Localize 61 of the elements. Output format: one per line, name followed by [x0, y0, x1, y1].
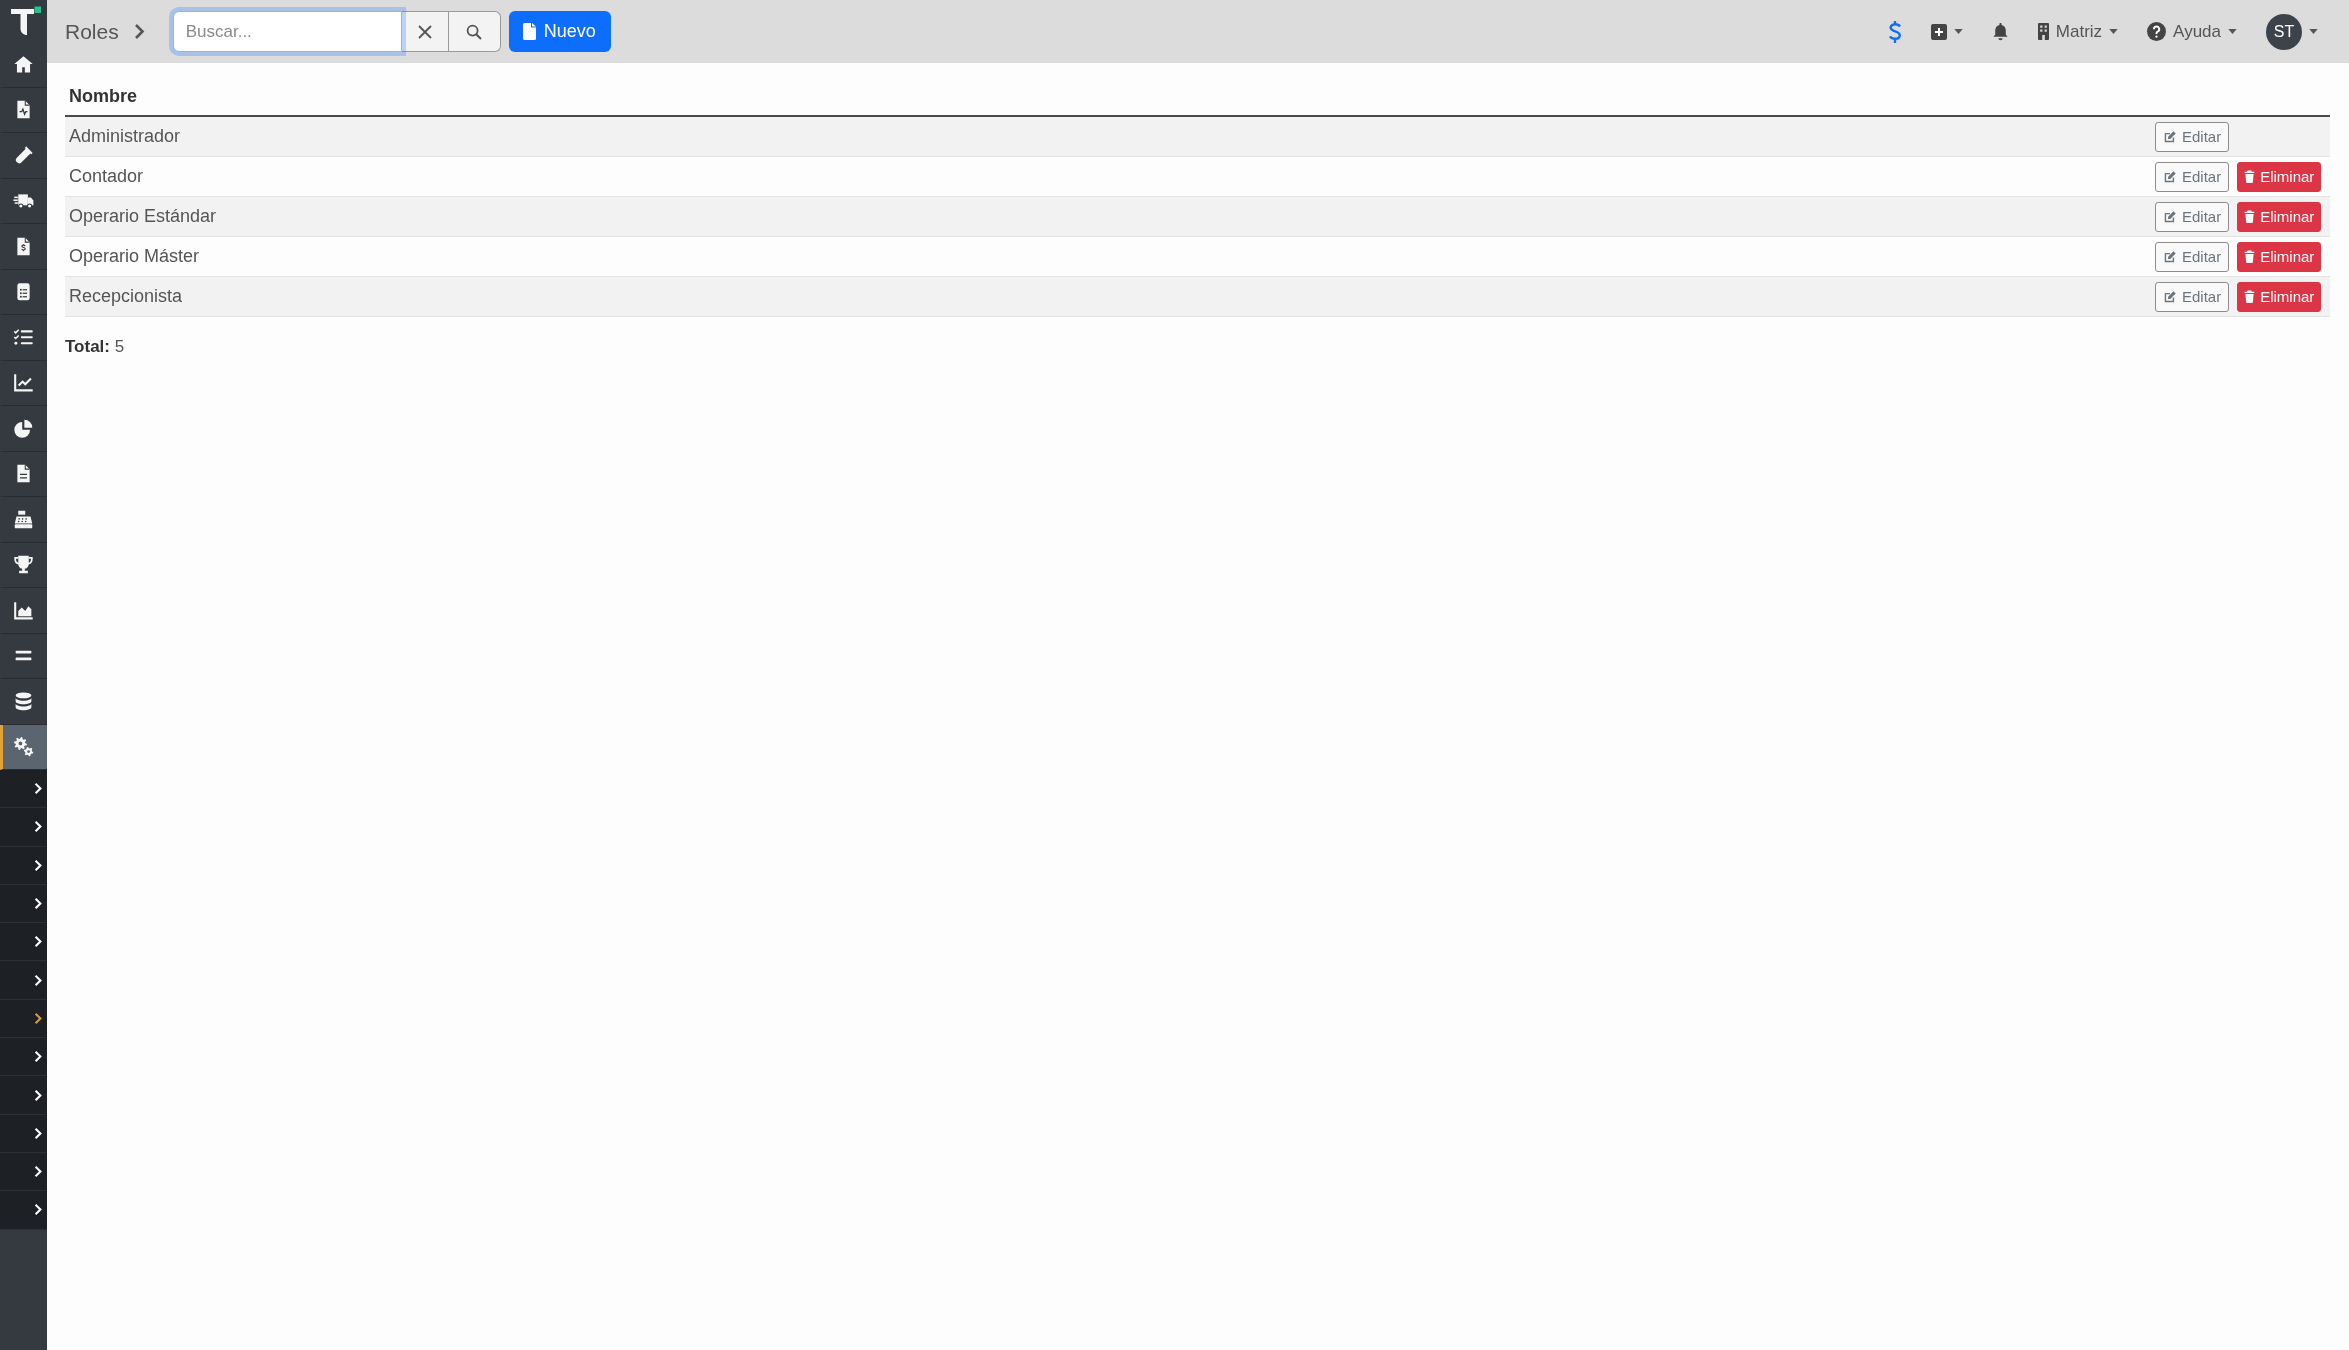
database-icon — [13, 690, 34, 712]
building-icon — [2037, 23, 2049, 40]
edit-icon — [2163, 129, 2177, 144]
edit-button[interactable]: Editar — [2155, 241, 2230, 272]
user-avatar: ST — [2266, 13, 2302, 50]
clear-button[interactable] — [401, 11, 449, 52]
dollar-icon — [1887, 19, 1902, 44]
delete-button[interactable]: Eliminar — [2237, 161, 2322, 192]
chevron-right-icon — [133, 23, 145, 40]
edit-icon — [2163, 169, 2177, 184]
bell-icon — [1991, 22, 2009, 41]
edit-button[interactable]: Editar — [2155, 281, 2230, 312]
help-icon — [2147, 22, 2167, 41]
billing-button[interactable] — [1887, 19, 1902, 44]
trash-icon — [2244, 210, 2256, 223]
search-button[interactable] — [448, 11, 501, 52]
new-button[interactable]: Nuevo — [508, 11, 611, 52]
notifications-button[interactable] — [1991, 22, 2009, 41]
edit-icon — [2163, 249, 2177, 264]
edit-button[interactable]: Editar — [2155, 161, 2230, 192]
area-chart-icon — [13, 599, 34, 621]
delete-button[interactable]: Eliminar — [2237, 201, 2322, 232]
trophy-icon — [13, 554, 34, 576]
home-icon — [13, 53, 34, 75]
search-icon — [466, 23, 483, 40]
cash-register-icon — [13, 508, 34, 530]
table-cell: Recepcionista — [69, 286, 183, 306]
search-field[interactable]: Buscar... — [172, 11, 402, 52]
gears-icon — [13, 736, 34, 758]
branch-menu[interactable]: Matriz — [2037, 21, 2119, 42]
caret-icon — [1953, 29, 1963, 34]
column-header: Nombre — [69, 85, 137, 107]
plus-square-icon — [1930, 23, 1947, 40]
file-icon — [522, 23, 536, 40]
caret-icon — [2309, 29, 2318, 34]
pie-chart-icon — [13, 417, 34, 439]
caret-icon — [2109, 29, 2119, 34]
table-cell: Contador — [69, 166, 144, 186]
table-cell: Operario Máster — [69, 246, 200, 266]
table-cell: Operario Estándar — [69, 206, 217, 226]
app-logo — [11, 5, 41, 35]
close-icon — [416, 23, 433, 40]
edit-button[interactable]: Editar — [2155, 201, 2230, 232]
edit-icon — [2163, 209, 2177, 224]
delete-button[interactable]: Eliminar — [2237, 241, 2322, 272]
trash-icon — [2244, 290, 2256, 303]
delete-button[interactable]: Eliminar — [2237, 281, 2322, 312]
caret-icon — [2228, 29, 2237, 34]
help-menu[interactable]: Ayuda — [2147, 21, 2237, 42]
trash-icon — [2244, 170, 2256, 183]
user-menu-button[interactable]: ST — [2266, 13, 2318, 50]
table-cell: Administrador — [69, 126, 181, 146]
edit-icon — [2163, 289, 2177, 304]
test-tube-icon — [13, 144, 34, 166]
sidebar-item[interactable] — [0, 724, 47, 770]
trash-icon — [2244, 250, 2256, 263]
add-menu-button[interactable] — [1930, 23, 1963, 40]
total-count: Total: 5 — [65, 336, 125, 358]
line-chart-icon — [13, 372, 34, 394]
edit-button[interactable]: Editar — [2155, 121, 2230, 152]
page-title: Roles — [65, 19, 119, 44]
